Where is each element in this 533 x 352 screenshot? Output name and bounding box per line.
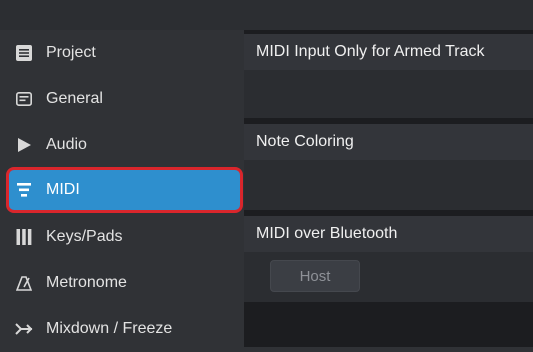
sidebar-item-label: Mixdown / Freeze — [46, 320, 173, 337]
list-icon — [14, 43, 34, 63]
keys-icon — [14, 227, 34, 247]
top-bar — [0, 0, 533, 30]
sidebar-item-audio[interactable]: Audio — [0, 122, 244, 168]
section-body-midi-input-armed[interactable] — [244, 70, 533, 118]
sidebar-item-label: General — [46, 90, 103, 107]
sidebar-item-metronome[interactable]: Metronome — [0, 260, 244, 306]
metronome-icon — [14, 273, 34, 293]
section-title-midi-over-bluetooth: MIDI over Bluetooth — [244, 216, 533, 252]
section-title-note-coloring: Note Coloring — [244, 124, 533, 160]
sidebar-item-midi[interactable]: MIDI — [6, 167, 243, 213]
panel-icon — [14, 89, 34, 109]
section-body-note-coloring[interactable] — [244, 160, 533, 210]
sidebar-item-label: Audio — [46, 136, 87, 153]
midi-icon — [14, 180, 34, 200]
sidebar-item-label: Metronome — [46, 274, 127, 291]
host-button[interactable]: Host — [270, 260, 360, 292]
sidebar-item-general[interactable]: General — [0, 76, 244, 122]
settings-sidebar: Project General Audio MIDI Keys/Pads Met… — [0, 30, 244, 347]
sidebar-item-label: Project — [46, 44, 96, 61]
sidebar-item-label: MIDI — [46, 181, 80, 198]
section-title-midi-input-armed: MIDI Input Only for Armed Track — [244, 34, 533, 70]
sidebar-item-keys-pads[interactable]: Keys/Pads — [0, 214, 244, 260]
mixdown-icon — [14, 319, 34, 339]
sidebar-item-label: Keys/Pads — [46, 228, 123, 245]
settings-content: MIDI Input Only for Armed Track Note Col… — [244, 30, 533, 347]
sidebar-item-mixdown-freeze[interactable]: Mixdown / Freeze — [0, 306, 244, 352]
sidebar-item-project[interactable]: Project — [0, 30, 244, 76]
play-icon — [14, 135, 34, 155]
